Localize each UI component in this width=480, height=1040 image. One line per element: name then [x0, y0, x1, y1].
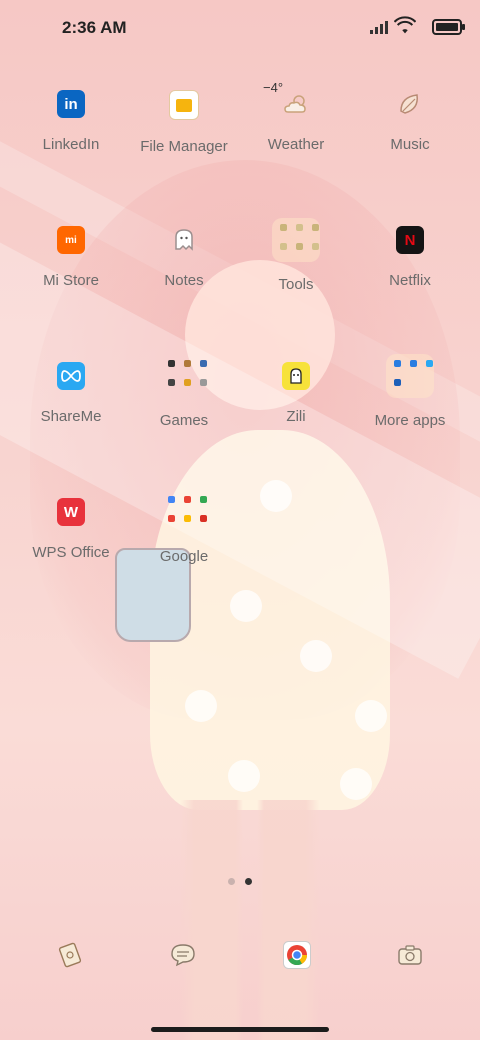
netflix-icon: N: [396, 226, 424, 254]
app-label: LinkedIn: [42, 136, 100, 153]
app-wps-office[interactable]: W WPS Office: [11, 498, 131, 561]
cloud-sun-icon: [282, 90, 310, 118]
app-label: Google: [159, 548, 209, 565]
app-label: Tools: [278, 276, 314, 293]
dock-chrome-icon[interactable]: [282, 940, 312, 970]
linkedin-glyph: in: [64, 95, 78, 113]
app-folder-more-apps[interactable]: More apps: [350, 354, 470, 429]
app-weather[interactable]: Weather: [236, 90, 356, 153]
app-label: Netflix: [389, 272, 431, 289]
leaf-icon: [396, 90, 424, 118]
clock: 2:36 AM: [62, 18, 127, 37]
linkedin-icon: in: [57, 90, 85, 118]
wps-glyph: W: [63, 503, 79, 521]
app-label: Notes: [164, 272, 204, 289]
folder-preview: [160, 490, 208, 534]
page-dot-active: [245, 878, 252, 885]
folder-icon: [169, 90, 199, 120]
mi-store-icon: mi: [57, 226, 85, 254]
app-netflix[interactable]: N Netflix: [350, 226, 470, 289]
app-mi-store[interactable]: mi Mi Store: [11, 226, 131, 289]
app-label: Games: [159, 412, 209, 429]
wifi-icon: [394, 16, 416, 34]
infinity-icon: [57, 362, 85, 390]
mi-store-glyph: mi: [65, 234, 77, 246]
ghost-icon: [170, 226, 198, 254]
dock-phone-icon[interactable]: [55, 940, 85, 970]
app-linkedin[interactable]: in LinkedIn: [11, 90, 131, 153]
folder-preview: [272, 218, 320, 262]
folder-preview: [386, 354, 434, 398]
app-label: More apps: [374, 412, 446, 429]
page-indicator[interactable]: [228, 878, 252, 885]
app-notes[interactable]: Notes: [124, 226, 244, 289]
app-label: Music: [390, 136, 430, 153]
app-label: Zili: [286, 408, 306, 425]
wps-icon: W: [57, 498, 85, 526]
app-file-manager[interactable]: File Manager: [124, 90, 244, 155]
app-zili[interactable]: Zili: [236, 362, 356, 425]
app-label: WPS Office: [32, 544, 110, 561]
app-music[interactable]: Music: [350, 90, 470, 153]
status-bar: 2:36 AM: [0, 0, 480, 56]
app-label: ShareMe: [40, 408, 102, 425]
gesture-navigation-bar[interactable]: [151, 1027, 329, 1032]
app-label: File Manager: [140, 138, 228, 155]
dock-messages-icon[interactable]: [168, 940, 198, 970]
zili-icon: [282, 362, 310, 390]
cellular-signal-icon: [370, 20, 388, 34]
folder-preview: [160, 354, 208, 398]
netflix-glyph: N: [404, 231, 416, 249]
dock-camera-icon[interactable]: [395, 940, 425, 970]
page-dot: [228, 878, 235, 885]
app-label: Mi Store: [43, 272, 99, 289]
app-folder-google[interactable]: Google: [124, 496, 244, 565]
battery-icon: [432, 19, 465, 35]
app-label: Weather: [267, 136, 325, 153]
app-folder-games[interactable]: Games: [124, 360, 244, 429]
app-shareme[interactable]: ShareMe: [11, 362, 131, 425]
app-folder-tools[interactable]: Tools: [236, 218, 356, 293]
